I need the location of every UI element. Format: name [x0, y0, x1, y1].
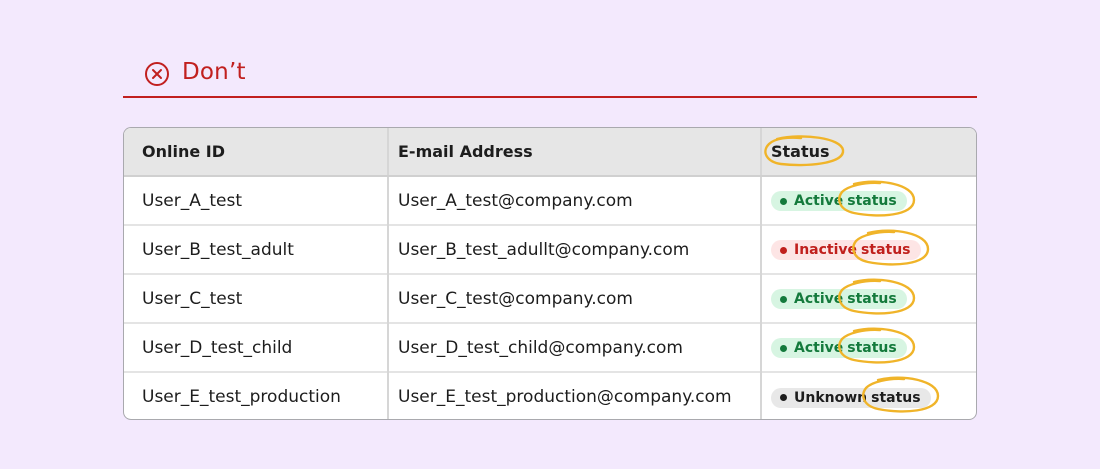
online-id-cell: User_D_test_child: [124, 322, 388, 372]
table-row-2: User_B_test_adult User_B_test_adullt@com…: [124, 224, 976, 274]
status-cell: Active status: [760, 273, 976, 323]
online-id-cell: User_C_test: [124, 273, 388, 323]
status-word: status: [871, 389, 921, 406]
email-text: User_B_test_adullt@company.com: [398, 239, 690, 260]
email-cell: User_D_test_child@company.com: [387, 322, 761, 372]
status-dot-icon: [780, 344, 787, 352]
status-pill-wrap: Active status: [771, 180, 915, 217]
status-dot-icon: [780, 394, 787, 402]
online-id-text: User_D_test_child: [142, 337, 293, 358]
online-id-cell: User_E_test_production: [124, 371, 388, 419]
column-header-email: E-mail Address: [387, 128, 761, 177]
status-label: Active: [794, 193, 844, 210]
status-badge: Active status: [771, 289, 907, 310]
circle-x-icon: [145, 62, 169, 86]
email-text: User_D_test_child@company.com: [398, 337, 683, 358]
status-badge: Active status: [771, 338, 907, 359]
column-header-online-id: Online ID: [124, 128, 388, 177]
email-cell: User_C_test@company.com: [387, 273, 761, 323]
status-dot-icon: [780, 197, 787, 205]
status-word: status: [847, 340, 897, 357]
column-header-status: Status: [760, 128, 976, 177]
status-label: Unknown: [794, 389, 868, 406]
online-id-text: User_B_test_adult: [142, 239, 294, 260]
status-cell: Active status: [760, 322, 976, 372]
table-row-3: User_C_test User_C_test@company.com Acti…: [124, 273, 976, 323]
email-text: User_A_test@company.com: [398, 190, 633, 211]
users-table: Online ID E-mail Address Status User_A_t…: [123, 127, 977, 420]
status-word: status: [847, 193, 897, 210]
status-label: Inactive: [794, 242, 858, 259]
status-pill-wrap: Inactive status: [771, 229, 929, 266]
status-pill-wrap: Active status: [771, 278, 915, 315]
status-label: Active: [794, 291, 844, 308]
email-text: User_E_test_production@company.com: [398, 387, 732, 407]
table-row-1: User_A_test User_A_test@company.com Acti…: [124, 176, 976, 225]
online-id-text: User_C_test: [142, 288, 243, 309]
status-pill-wrap: Active status: [771, 327, 915, 364]
status-cell: Unknown status: [760, 371, 976, 419]
email-cell: User_A_test@company.com: [387, 176, 761, 225]
status-cell: Active status: [760, 176, 976, 225]
status-dot-icon: [780, 246, 787, 254]
online-id-text: User_A_test: [142, 190, 243, 211]
table-row-5: User_E_test_production User_E_test_produ…: [124, 371, 976, 419]
status-word: status: [861, 242, 911, 259]
online-id-cell: User_A_test: [124, 176, 388, 225]
status-cell: Inactive status: [760, 224, 976, 274]
status-dot-icon: [780, 295, 787, 303]
email-cell: User_E_test_production@company.com: [387, 371, 761, 419]
online-id-cell: User_B_test_adult: [124, 224, 388, 274]
dont-title: Don’t: [182, 59, 246, 85]
status-header-circle-annotation: [764, 135, 845, 167]
status-badge: Inactive status: [771, 240, 921, 261]
online-id-text: User_E_test_production: [142, 387, 341, 407]
email-cell: User_B_test_adullt@company.com: [387, 224, 761, 274]
table-row-4: User_D_test_child User_D_test_child@comp…: [124, 322, 976, 372]
status-word: status: [847, 291, 897, 308]
status-header-wrap: Status: [764, 135, 845, 167]
email-text: User_C_test@company.com: [398, 288, 633, 309]
status-badge: Unknown status: [771, 387, 931, 408]
dont-header: Don’t: [123, 56, 977, 98]
table-header-row: Online ID E-mail Address Status: [124, 128, 976, 177]
status-pill-wrap: Unknown status: [771, 376, 939, 413]
status-label: Active: [794, 340, 844, 357]
status-badge: Active status: [771, 191, 907, 212]
